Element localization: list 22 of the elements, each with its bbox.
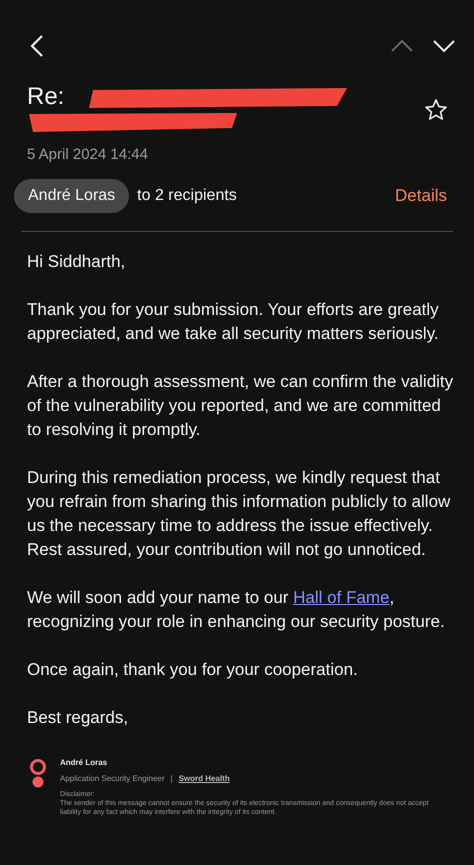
details-link[interactable]: Details	[395, 186, 447, 206]
signature-role: Application Security Engineer	[60, 774, 165, 784]
body-paragraph: Thank you for your submission. Your efforts are greatly appreciated, and we take all security matters seriously.	[27, 299, 440, 345]
body-paragraph: Once again, thank you for your cooperation.	[27, 659, 359, 681]
greeting-text: Hi Siddharth,	[27, 251, 126, 273]
signature-name: André Loras	[60, 758, 108, 768]
chevron-down-icon[interactable]	[432, 39, 456, 53]
closing-text: Best regards,	[27, 707, 130, 729]
body-paragraph: After a thorough assessment, we can confirm the validity of the vulnerability you reported, and we are committed to resolving it promptly.	[27, 371, 454, 441]
company-logo-icon	[28, 758, 48, 788]
email-subject: Re:	[27, 83, 64, 110]
separator-text: |	[170, 774, 173, 784]
body-paragraph: During this remediation process, we kindly request that you refrain from sharing this information publicly to allow us the necessary time to address the issue effectively. Rest assured, your contribution will not go unnoticed.	[27, 467, 452, 561]
recipients-label: to 2 recipients	[137, 187, 237, 205]
chevron-up-icon[interactable]	[390, 39, 414, 53]
body-paragraph: We will soon add your name to our Hall of Fame, recognizing your role in enhancing our security posture.	[27, 587, 446, 633]
hall-of-fame-link[interactable]: Hall of Fame	[293, 588, 390, 607]
company-link[interactable]: Sword Health	[178, 774, 230, 784]
back-icon[interactable]	[30, 34, 44, 58]
email-date: 5 April 2024 14:44	[26, 145, 149, 163]
sender-chip[interactable]: André Loras	[14, 179, 130, 213]
star-icon[interactable]	[424, 98, 448, 122]
